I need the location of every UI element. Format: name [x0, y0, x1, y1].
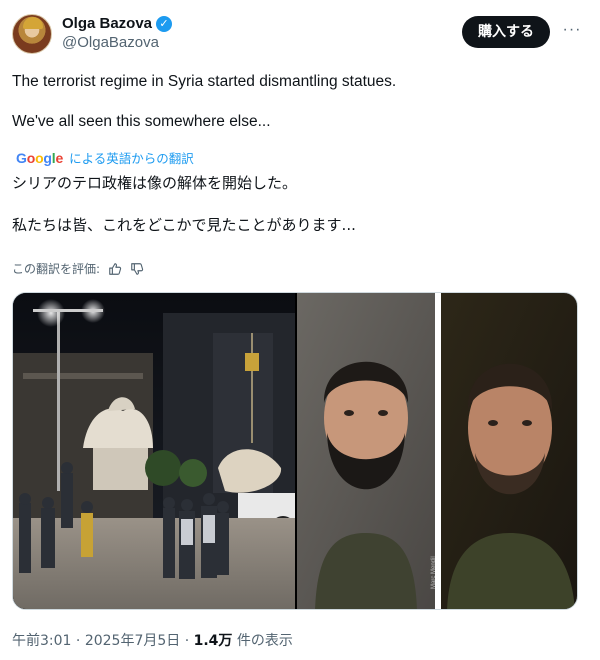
views-count: 1.4万 — [193, 633, 233, 649]
photo-watermark: Marc Mendil — [431, 556, 437, 589]
tweet-footer: 午前3:01 · 2025年7月5日 · 1.4万 件の表示 — [12, 630, 293, 650]
footer-separator-2: · — [180, 633, 194, 649]
translated-text: シリアのテロ政権は像の解体を開始した。 私たちは皆、これをどこかで見たことがあり… — [12, 172, 582, 236]
tweet-time[interactable]: 午前3:01 — [12, 633, 71, 649]
portraits-photo[interactable] — [297, 293, 578, 610]
statue-removal-photo[interactable] — [13, 293, 295, 610]
thumbs-down-icon[interactable] — [130, 262, 144, 276]
thumbs-up-icon[interactable] — [108, 262, 122, 276]
tweet-line-1: The terrorist regime in Syria started di… — [12, 73, 397, 90]
translated-line-1: シリアのテロ政権は像の解体を開始した。 — [12, 174, 298, 192]
translation-link[interactable]: による英語からの翻訳 — [69, 148, 194, 167]
avatar[interactable] — [12, 14, 52, 54]
rate-label: この翻訳を評価: — [12, 262, 101, 276]
tweet-line-2: We've all seen this somewhere else... — [12, 113, 271, 130]
tweet-text: The terrorist regime in Syria started di… — [12, 72, 582, 132]
display-name[interactable]: Olga Bazova — [62, 15, 152, 32]
name-row: Olga Bazova ✓ — [62, 15, 173, 32]
more-horizontal-icon[interactable]: ··· — [562, 22, 582, 42]
tweet-header: Olga Bazova ✓ @OlgaBazova 購入する ··· — [12, 14, 588, 58]
media-container[interactable]: Marc Mendil — [12, 292, 578, 610]
tweet-date[interactable]: 2025年7月5日 — [85, 633, 180, 649]
translated-line-2: 私たちは皆、これをどこかで見たことがあります... — [12, 216, 356, 234]
rate-translation: この翻訳を評価: — [12, 260, 144, 277]
footer-separator: · — [71, 633, 85, 649]
google-logo: Google — [16, 149, 64, 166]
translation-attribution[interactable]: Google による英語からの翻訳 — [16, 148, 194, 167]
author-block: Olga Bazova ✓ @OlgaBazova — [62, 15, 173, 51]
buy-button[interactable]: 購入する — [462, 16, 550, 48]
views-label: 件の表示 — [232, 633, 293, 649]
author-handle[interactable]: @OlgaBazova — [62, 34, 172, 51]
verified-badge-icon: ✓ — [156, 15, 173, 32]
